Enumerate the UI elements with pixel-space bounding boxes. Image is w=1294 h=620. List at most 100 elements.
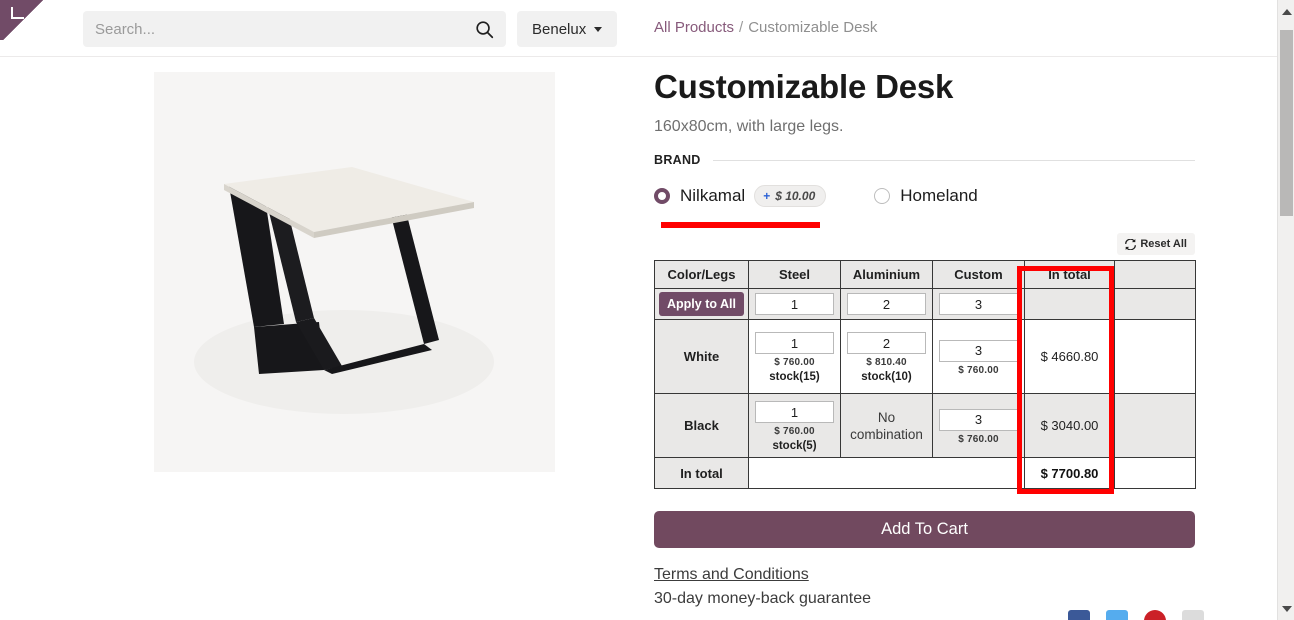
white-custom-price: $ 760.00: [958, 364, 999, 376]
plus-sign: +: [763, 189, 771, 203]
chevron-down-icon: [594, 26, 603, 32]
apply-to-all-cell: Apply to All: [654, 288, 749, 320]
brand-option-homeland-label: Homeland: [900, 186, 978, 205]
brand-option-nilkamal[interactable]: Nilkamal + $ 10.00: [654, 185, 827, 207]
reset-all-label: Reset All: [1140, 238, 1187, 250]
row-label-black: Black: [654, 393, 749, 458]
black-steel-price: $ 760.00: [774, 426, 815, 437]
brand-attribute-header: BRAND: [654, 153, 1195, 167]
table-body: Apply to All White: [654, 288, 1196, 489]
white-steel-qty-input[interactable]: [755, 332, 834, 354]
breadcrumb-current: Customizable Desk: [748, 19, 878, 36]
facebook-icon[interactable]: [1068, 610, 1090, 620]
scrollbar-thumb[interactable]: [1280, 30, 1293, 216]
apply-to-all-button[interactable]: Apply to All: [659, 292, 744, 316]
extra-price-value: $ 10.00: [775, 189, 816, 203]
region-selector-label: Benelux: [532, 20, 587, 38]
region-selector-button[interactable]: Benelux: [517, 11, 618, 47]
black-aluminium-no-combination: No combination: [850, 409, 923, 442]
money-back-guarantee-text: 30-day money-back guarantee: [654, 590, 872, 607]
apply-qty-steel-input[interactable]: [755, 293, 834, 315]
divider: [712, 159, 1195, 161]
apply-spacer-cell: [1114, 288, 1196, 320]
brand-option-nilkamal-extra-price: + $ 10.00: [754, 185, 827, 207]
terms-and-conditions-link[interactable]: Terms and Conditions: [654, 566, 809, 584]
footer-spacer-cell: [1114, 457, 1196, 489]
top-bar: Benelux All Products /Customizable Desk: [0, 0, 1277, 57]
table-row: White $ 760.00 stock(15) $ 810.40 stock(…: [654, 319, 1196, 394]
black-steel-cell: $ 760.00 stock(5): [748, 393, 841, 458]
footer-empty-cell: [748, 457, 1025, 489]
brand-option-group: Nilkamal + $ 10.00 Homeland: [654, 185, 1195, 207]
white-steel-cell: $ 760.00 stock(15): [748, 319, 841, 394]
search-icon: [475, 20, 493, 38]
table-row: Black $ 760.00 stock(5) No combination: [654, 393, 1196, 458]
white-aluminium-stock: stock(10): [861, 371, 912, 383]
annotation-brand-underline: [661, 222, 820, 228]
variant-matrix-table: Color/Legs Steel Aluminium Custom In tot…: [654, 260, 1196, 489]
linkedin-icon[interactable]: [1182, 610, 1204, 620]
header-in-total: In total: [1024, 260, 1115, 289]
product-subtitle: 160x80cm, with large legs.: [654, 118, 844, 135]
white-steel-price: $ 760.00: [774, 357, 815, 368]
chevron-up-icon: [1281, 8, 1292, 15]
footer-label: In total: [654, 457, 749, 489]
corner-ribbon: [0, 0, 46, 40]
white-custom-qty-input[interactable]: [939, 339, 1018, 362]
refresh-icon: [1125, 238, 1137, 250]
row-label-white: White: [654, 319, 749, 394]
reset-all-button[interactable]: Reset All: [1117, 233, 1195, 255]
white-row-total: $ 4660.80: [1024, 319, 1115, 394]
product-configurator-page: Benelux All Products/Customizable Desk C…: [0, 0, 1294, 620]
black-custom-cell: $ 760.00: [932, 393, 1025, 458]
radio-checked-icon[interactable]: [654, 188, 670, 204]
apply-qty-steel-cell: [748, 288, 841, 320]
apply-to-all-row: Apply to All: [654, 288, 1196, 320]
black-spacer-cell: [1114, 393, 1196, 458]
black-custom-qty-input[interactable]: [939, 408, 1018, 431]
breadcrumb-all-products[interactable]: All Products: [654, 19, 734, 36]
header-custom: Custom: [932, 260, 1025, 289]
table-header-row: Color/Legs Steel Aluminium Custom In tot…: [654, 260, 1196, 289]
grand-total-value: $ 7700.80: [1024, 457, 1115, 489]
scroll-up-button[interactable]: [1278, 3, 1294, 20]
white-spacer-cell: [1114, 319, 1196, 394]
search-box[interactable]: [83, 11, 506, 47]
header-spacer: [1114, 260, 1196, 289]
brand-attribute-label: BRAND: [654, 153, 701, 167]
breadcrumb-separator: /: [739, 19, 744, 36]
apply-qty-custom-cell: [932, 288, 1025, 320]
search-input[interactable]: [83, 20, 462, 38]
white-steel-stock: stock(15): [769, 371, 820, 383]
apply-qty-aluminium-cell: [840, 288, 933, 320]
twitter-icon[interactable]: [1106, 610, 1128, 620]
table-footer-row: In total $ 7700.80: [654, 457, 1196, 489]
black-aluminium-cell: No combination: [840, 393, 933, 458]
product-details-panel: Customizable Desk 160x80cm, with large l…: [654, 66, 1196, 608]
black-steel-stock: stock(5): [772, 440, 817, 452]
apply-total-cell: [1024, 288, 1115, 320]
white-custom-cell: $ 760.00: [932, 319, 1025, 394]
black-custom-price: $ 760.00: [958, 433, 999, 445]
desk-illustration: [154, 72, 555, 472]
white-aluminium-price: $ 810.40: [866, 357, 907, 368]
social-share-row: [1068, 610, 1204, 620]
brand-option-nilkamal-label: Nilkamal: [680, 186, 746, 205]
radio-unchecked-icon[interactable]: [874, 188, 891, 204]
product-image[interactable]: [154, 72, 555, 472]
white-aluminium-cell: $ 810.40 stock(10): [840, 319, 933, 394]
brand-option-homeland[interactable]: Homeland: [874, 186, 978, 206]
apply-qty-aluminium-input[interactable]: [847, 293, 926, 315]
matrix-toolbar: Reset All: [654, 233, 1195, 255]
black-steel-qty-input[interactable]: [755, 401, 834, 423]
add-to-cart-button[interactable]: Add To Cart: [654, 511, 1195, 548]
pinterest-icon[interactable]: [1144, 610, 1166, 620]
black-row-total: $ 3040.00: [1024, 393, 1115, 458]
page-title: Customizable Desk: [654, 68, 954, 105]
white-aluminium-qty-input[interactable]: [847, 332, 926, 354]
search-button[interactable]: [462, 11, 506, 47]
scroll-down-button[interactable]: [1278, 600, 1294, 617]
header-color-legs: Color/Legs: [654, 260, 749, 289]
apply-qty-custom-input[interactable]: [939, 293, 1018, 315]
vertical-scrollbar[interactable]: [1277, 0, 1294, 620]
